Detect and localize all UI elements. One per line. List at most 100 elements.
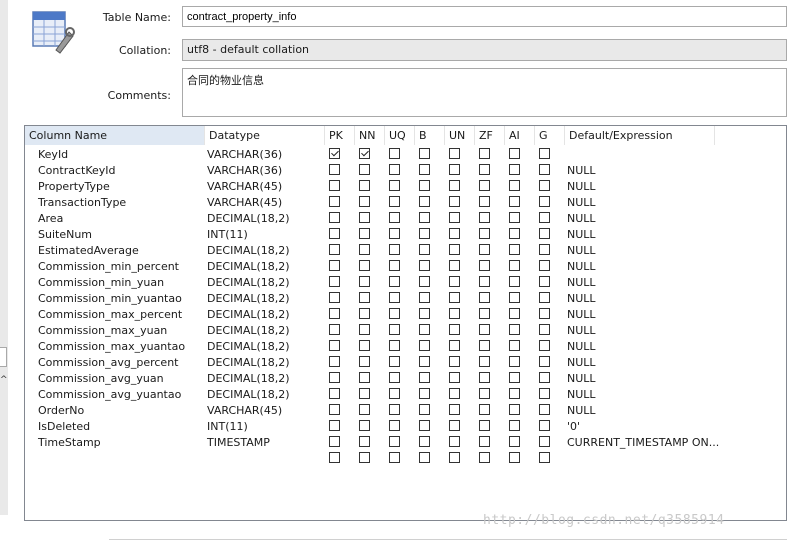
header-nn[interactable]: NN bbox=[355, 126, 385, 145]
nn-checkbox[interactable] bbox=[359, 180, 370, 191]
table-row[interactable]: KeyId VARCHAR(36) bbox=[25, 147, 786, 163]
pk-checkbox[interactable] bbox=[329, 356, 340, 367]
nn-checkbox[interactable] bbox=[359, 388, 370, 399]
ai-checkbox[interactable] bbox=[509, 452, 520, 463]
left-panel-scroll-arrow-icon[interactable]: ^ bbox=[0, 375, 8, 385]
nn-checkbox[interactable] bbox=[359, 228, 370, 239]
table-row[interactable]: Commission_avg_percent DECIMAL(18,2) NULL bbox=[25, 355, 786, 371]
g-checkbox[interactable] bbox=[539, 180, 550, 191]
header-uq[interactable]: UQ bbox=[385, 126, 415, 145]
un-checkbox[interactable] bbox=[449, 196, 460, 207]
datatype-cell[interactable]: DECIMAL(18,2) bbox=[207, 291, 290, 307]
uq-checkbox[interactable] bbox=[389, 404, 400, 415]
nn-checkbox[interactable] bbox=[359, 356, 370, 367]
nn-checkbox[interactable] bbox=[359, 276, 370, 287]
pk-checkbox[interactable] bbox=[329, 164, 340, 175]
default-expression-cell[interactable]: CURRENT_TIMESTAMP ON... bbox=[567, 435, 719, 451]
g-checkbox[interactable] bbox=[539, 436, 550, 447]
nn-checkbox[interactable] bbox=[359, 420, 370, 431]
default-expression-cell[interactable]: NULL bbox=[567, 259, 596, 275]
table-row[interactable]: Commission_max_yuan DECIMAL(18,2) NULL bbox=[25, 323, 786, 339]
column-name-cell[interactable]: IsDeleted bbox=[38, 419, 90, 435]
table-row[interactable]: Commission_min_yuantao DECIMAL(18,2) NULL bbox=[25, 291, 786, 307]
pk-checkbox[interactable] bbox=[329, 196, 340, 207]
column-name-cell[interactable]: OrderNo bbox=[38, 403, 84, 419]
uq-checkbox[interactable] bbox=[389, 308, 400, 319]
header-zf[interactable]: ZF bbox=[475, 126, 505, 145]
comments-textarea[interactable]: 合同的物业信息 bbox=[182, 68, 787, 117]
uq-checkbox[interactable] bbox=[389, 148, 400, 159]
pk-checkbox[interactable] bbox=[329, 260, 340, 271]
ai-checkbox[interactable] bbox=[509, 308, 520, 319]
uq-checkbox[interactable] bbox=[389, 244, 400, 255]
table-row[interactable]: ContractKeyId VARCHAR(36) NULL bbox=[25, 163, 786, 179]
table-row[interactable]: OrderNo VARCHAR(45) NULL bbox=[25, 403, 786, 419]
un-checkbox[interactable] bbox=[449, 340, 460, 351]
uq-checkbox[interactable] bbox=[389, 196, 400, 207]
datatype-cell[interactable]: VARCHAR(36) bbox=[207, 163, 282, 179]
zf-checkbox[interactable] bbox=[479, 356, 490, 367]
nn-checkbox[interactable] bbox=[359, 292, 370, 303]
header-un[interactable]: UN bbox=[445, 126, 475, 145]
b-checkbox[interactable] bbox=[419, 276, 430, 287]
nn-checkbox[interactable] bbox=[359, 308, 370, 319]
un-checkbox[interactable] bbox=[449, 212, 460, 223]
default-expression-cell[interactable]: NULL bbox=[567, 355, 596, 371]
un-checkbox[interactable] bbox=[449, 148, 460, 159]
pk-checkbox[interactable] bbox=[329, 388, 340, 399]
datatype-cell[interactable]: DECIMAL(18,2) bbox=[207, 323, 290, 339]
g-checkbox[interactable] bbox=[539, 388, 550, 399]
nn-checkbox[interactable] bbox=[359, 436, 370, 447]
datatype-cell[interactable]: DECIMAL(18,2) bbox=[207, 339, 290, 355]
un-checkbox[interactable] bbox=[449, 420, 460, 431]
nn-checkbox[interactable] bbox=[359, 212, 370, 223]
pk-checkbox[interactable] bbox=[329, 340, 340, 351]
zf-checkbox[interactable] bbox=[479, 420, 490, 431]
datatype-cell[interactable]: INT(11) bbox=[207, 419, 248, 435]
column-name-cell[interactable]: Commission_avg_yuan bbox=[38, 371, 164, 387]
header-datatype[interactable]: Datatype bbox=[205, 126, 325, 145]
g-checkbox[interactable] bbox=[539, 164, 550, 175]
pk-checkbox[interactable] bbox=[329, 452, 340, 463]
ai-checkbox[interactable] bbox=[509, 388, 520, 399]
default-expression-cell[interactable]: NULL bbox=[567, 387, 596, 403]
ai-checkbox[interactable] bbox=[509, 372, 520, 383]
nn-checkbox[interactable] bbox=[359, 148, 370, 159]
zf-checkbox[interactable] bbox=[479, 276, 490, 287]
datatype-cell[interactable]: INT(11) bbox=[207, 227, 248, 243]
ai-checkbox[interactable] bbox=[509, 276, 520, 287]
column-name-cell[interactable]: TransactionType bbox=[38, 195, 126, 211]
ai-checkbox[interactable] bbox=[509, 324, 520, 335]
g-checkbox[interactable] bbox=[539, 372, 550, 383]
zf-checkbox[interactable] bbox=[479, 260, 490, 271]
ai-checkbox[interactable] bbox=[509, 148, 520, 159]
zf-checkbox[interactable] bbox=[479, 164, 490, 175]
table-row[interactable]: IsDeleted INT(11) '0' bbox=[25, 419, 786, 435]
nn-checkbox[interactable] bbox=[359, 404, 370, 415]
datatype-cell[interactable]: DECIMAL(18,2) bbox=[207, 371, 290, 387]
uq-checkbox[interactable] bbox=[389, 276, 400, 287]
nn-checkbox[interactable] bbox=[359, 244, 370, 255]
ai-checkbox[interactable] bbox=[509, 260, 520, 271]
default-expression-cell[interactable]: NULL bbox=[567, 339, 596, 355]
pk-checkbox[interactable] bbox=[329, 372, 340, 383]
default-expression-cell[interactable]: NULL bbox=[567, 227, 596, 243]
zf-checkbox[interactable] bbox=[479, 324, 490, 335]
zf-checkbox[interactable] bbox=[479, 340, 490, 351]
uq-checkbox[interactable] bbox=[389, 164, 400, 175]
uq-checkbox[interactable] bbox=[389, 388, 400, 399]
nn-checkbox[interactable] bbox=[359, 452, 370, 463]
ai-checkbox[interactable] bbox=[509, 356, 520, 367]
default-expression-cell[interactable]: NULL bbox=[567, 179, 596, 195]
datatype-cell[interactable]: DECIMAL(18,2) bbox=[207, 355, 290, 371]
g-checkbox[interactable] bbox=[539, 244, 550, 255]
left-panel-input-fragment[interactable] bbox=[0, 347, 7, 367]
datatype-cell[interactable]: DECIMAL(18,2) bbox=[207, 275, 290, 291]
b-checkbox[interactable] bbox=[419, 212, 430, 223]
column-name-cell[interactable]: SuiteNum bbox=[38, 227, 92, 243]
table-row[interactable]: Commission_min_yuan DECIMAL(18,2) NULL bbox=[25, 275, 786, 291]
datatype-cell[interactable]: DECIMAL(18,2) bbox=[207, 259, 290, 275]
nn-checkbox[interactable] bbox=[359, 372, 370, 383]
header-b[interactable]: B bbox=[415, 126, 445, 145]
column-name-cell[interactable]: Commission_min_yuan bbox=[38, 275, 164, 291]
